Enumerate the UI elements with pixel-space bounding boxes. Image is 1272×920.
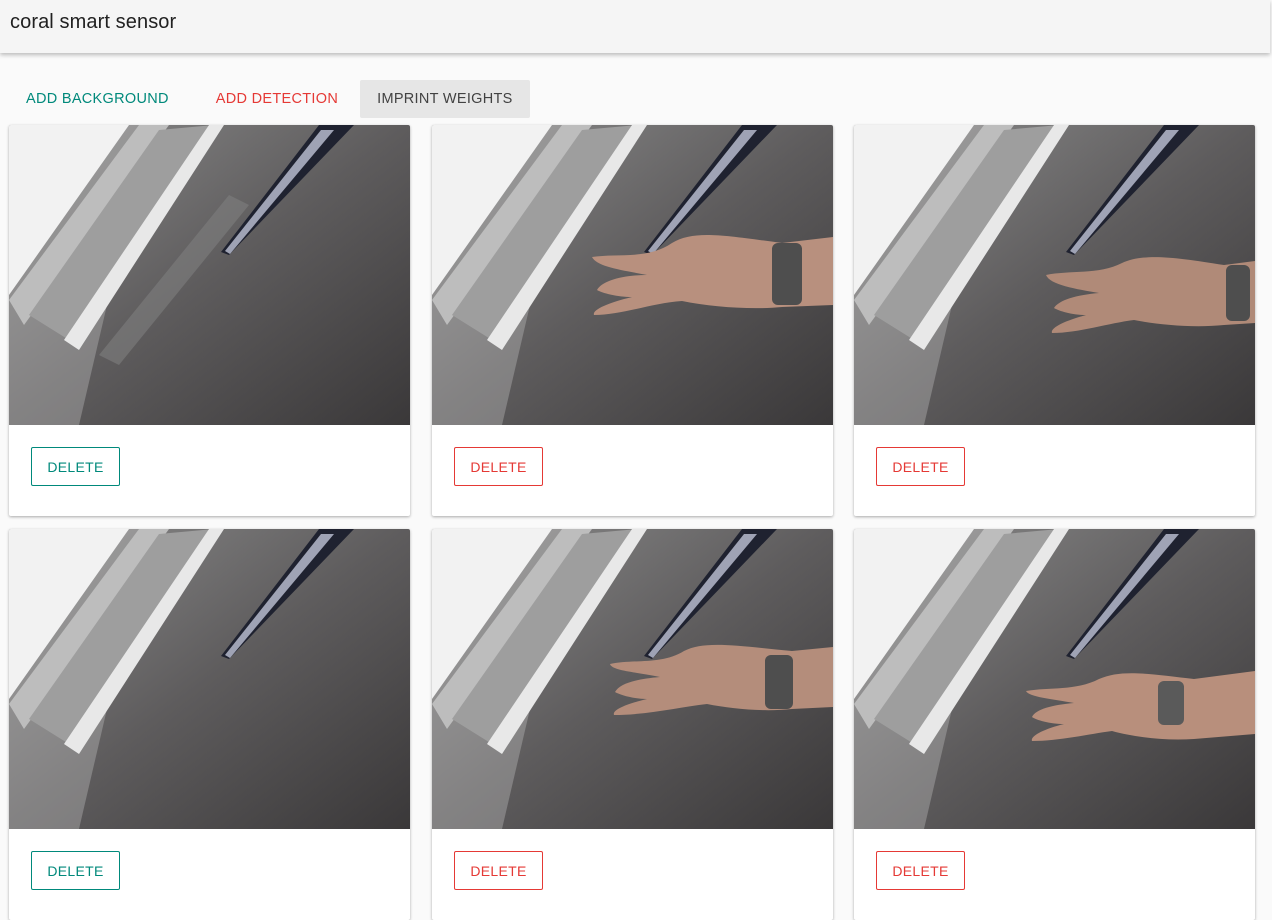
capture-card: DELETE xyxy=(432,125,833,516)
app-title: coral smart sensor xyxy=(10,11,177,33)
capture-card: DELETE xyxy=(9,125,410,516)
imprint-weights-button[interactable]: IMPRINT WEIGHTS xyxy=(360,80,530,118)
delete-button[interactable]: DELETE xyxy=(876,851,965,890)
capture-image xyxy=(432,529,833,829)
action-toolbar: ADD BACKGROUND ADD DETECTION IMPRINT WEI… xyxy=(9,80,535,118)
capture-image xyxy=(9,125,410,425)
add-background-button[interactable]: ADD BACKGROUND xyxy=(9,80,186,118)
capture-card: DELETE xyxy=(9,529,410,920)
delete-button[interactable]: DELETE xyxy=(876,447,965,486)
capture-image xyxy=(854,125,1255,425)
capture-image xyxy=(854,529,1255,829)
delete-button[interactable]: DELETE xyxy=(31,447,120,486)
delete-button[interactable]: DELETE xyxy=(454,851,543,890)
capture-image xyxy=(9,529,410,829)
capture-card: DELETE xyxy=(854,125,1255,516)
delete-button[interactable]: DELETE xyxy=(31,851,120,890)
delete-button[interactable]: DELETE xyxy=(454,447,543,486)
capture-card: DELETE xyxy=(432,529,833,920)
capture-card: DELETE xyxy=(854,529,1255,920)
add-detection-button[interactable]: ADD DETECTION xyxy=(191,80,355,118)
capture-image xyxy=(432,125,833,425)
app-bar: coral smart sensor xyxy=(0,0,1270,53)
